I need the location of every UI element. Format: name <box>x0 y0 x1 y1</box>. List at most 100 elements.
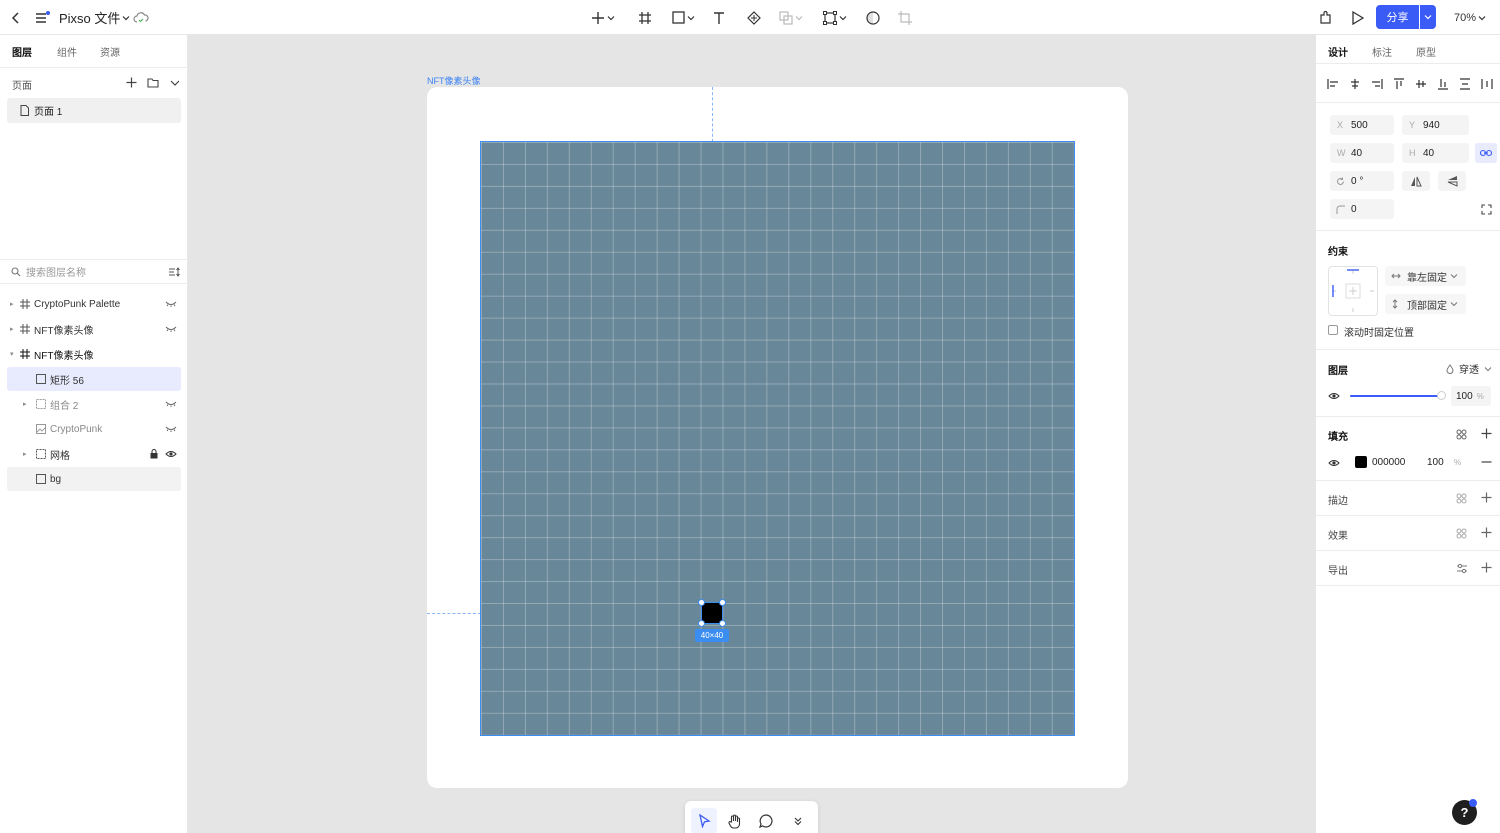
add-stroke-icon[interactable] <box>1481 492 1492 503</box>
resize-handle-ne[interactable] <box>719 599 726 606</box>
sort-layers-icon[interactable] <box>168 267 180 277</box>
h-value[interactable]: 40 <box>1423 148 1434 159</box>
component-tool-icon[interactable] <box>745 0 763 35</box>
frame-label[interactable]: NFT像素头像 <box>427 74 481 87</box>
add-page-icon[interactable] <box>126 77 137 88</box>
constrain-proportions-button[interactable] <box>1475 143 1497 163</box>
back-icon[interactable] <box>8 0 24 35</box>
add-fill-icon[interactable] <box>1481 428 1492 439</box>
style-library-icon[interactable] <box>1456 493 1467 504</box>
share-menu-button[interactable] <box>1420 5 1436 29</box>
layer-row[interactable]: CryptoPunk <box>7 417 181 441</box>
file-name-dropdown[interactable]: Pixso 文件 <box>59 0 130 35</box>
add-effect-icon[interactable] <box>1481 527 1492 538</box>
move-tool-button[interactable] <box>691 808 717 833</box>
share-button[interactable]: 分享 <box>1376 5 1419 29</box>
tab-layers[interactable]: 图层 <box>12 44 32 59</box>
layer-row[interactable]: ▸ 组合 2 <box>7 392 181 416</box>
layer-row[interactable]: ▸ 网格 <box>7 442 181 466</box>
remove-fill-icon[interactable] <box>1481 461 1492 463</box>
rotation-field[interactable]: 0 ° <box>1330 171 1394 191</box>
layer-row[interactable]: ▸ CryptoPunk Palette <box>7 292 181 316</box>
align-horizontal-center-icon[interactable] <box>1349 78 1361 90</box>
plugin-icon[interactable] <box>1316 0 1334 35</box>
folder-icon[interactable] <box>147 77 159 88</box>
crop-tool-icon[interactable] <box>896 0 914 35</box>
search-input[interactable]: 搜索图层名称 <box>26 264 86 279</box>
main-menu-icon[interactable] <box>32 0 52 35</box>
eye-icon[interactable] <box>165 450 177 458</box>
y-field[interactable]: Y 940 <box>1402 115 1469 135</box>
layer-search[interactable]: 搜索图层名称 <box>0 259 188 284</box>
tab-assets[interactable]: 资源 <box>100 44 120 59</box>
radius-value[interactable]: 0 <box>1351 204 1357 215</box>
hidden-eye-icon[interactable] <box>165 325 177 333</box>
tab-components[interactable]: 组件 <box>57 44 77 59</box>
expand-arrow-icon[interactable]: ▸ <box>10 300 14 308</box>
rotation-value[interactable]: 0 ° <box>1351 176 1363 187</box>
page-item[interactable]: 页面 1 <box>7 98 181 123</box>
comment-tool-button[interactable] <box>753 808 779 833</box>
align-right-icon[interactable] <box>1371 78 1383 90</box>
mask-tool-icon[interactable] <box>864 0 882 35</box>
canvas[interactable]: NFT像素头像 40×40 <box>189 35 1314 833</box>
fill-hex-value[interactable]: 000000 <box>1372 457 1405 468</box>
layer-row[interactable]: bg <box>7 467 181 491</box>
style-library-icon[interactable] <box>1456 528 1467 539</box>
height-field[interactable]: H 40 <box>1402 143 1469 163</box>
x-field[interactable]: X 500 <box>1330 115 1394 135</box>
width-field[interactable]: W 40 <box>1330 143 1394 163</box>
distribute-vertical-icon[interactable] <box>1459 78 1471 90</box>
eye-icon[interactable] <box>1328 459 1340 467</box>
layer-row[interactable]: ▸ NFT像素头像 <box>7 317 181 341</box>
collapse-arrow-icon[interactable]: ▾ <box>10 350 14 358</box>
align-top-icon[interactable] <box>1393 78 1405 90</box>
corner-radius-field[interactable]: 0 <box>1330 199 1394 219</box>
hidden-eye-icon[interactable] <box>165 300 177 308</box>
hidden-eye-icon[interactable] <box>165 425 177 433</box>
constraint-horizontal-dropdown[interactable]: 靠左固定 <box>1385 266 1466 286</box>
export-settings-icon[interactable] <box>1456 563 1468 574</box>
align-bottom-icon[interactable] <box>1437 78 1449 90</box>
add-tool[interactable] <box>588 0 618 35</box>
align-left-icon[interactable] <box>1327 78 1339 90</box>
resize-handle-sw[interactable] <box>698 620 705 627</box>
add-export-icon[interactable] <box>1481 562 1492 573</box>
constraint-widget[interactable] <box>1328 266 1378 316</box>
expand-arrow-icon[interactable]: ▸ <box>23 450 27 458</box>
collapse-pages-icon[interactable] <box>170 79 180 87</box>
frame-tool-icon[interactable] <box>636 0 654 35</box>
pixel-grid[interactable] <box>480 141 1075 736</box>
zoom-dropdown[interactable]: 70% <box>1452 0 1488 35</box>
fixed-scroll-checkbox[interactable] <box>1328 325 1338 335</box>
constraint-vertical-dropdown[interactable]: 顶部固定 <box>1385 294 1466 314</box>
layer-row[interactable]: ▾ NFT像素头像 <box>7 342 181 366</box>
independent-corners-icon[interactable] <box>1481 204 1492 215</box>
lock-icon[interactable] <box>150 449 158 459</box>
tab-prototype[interactable]: 原型 <box>1416 44 1436 59</box>
expand-arrow-icon[interactable]: ▸ <box>10 325 14 333</box>
fill-color-swatch[interactable] <box>1355 456 1367 468</box>
blend-mode-dropdown[interactable]: 穿透 <box>1446 361 1492 376</box>
opacity-slider-thumb[interactable] <box>1437 391 1446 400</box>
opacity-field[interactable]: 100 % <box>1451 386 1491 406</box>
selected-rectangle[interactable] <box>701 602 723 624</box>
flip-horizontal-button[interactable] <box>1402 171 1430 191</box>
more-tools-button[interactable] <box>785 808 811 833</box>
hidden-eye-icon[interactable] <box>165 400 177 408</box>
fill-opacity-value[interactable]: 100 <box>1427 457 1444 468</box>
resize-handle-se[interactable] <box>719 620 726 627</box>
resize-handle-nw[interactable] <box>698 599 705 606</box>
text-tool-icon[interactable] <box>710 0 728 35</box>
distribute-horizontal-icon[interactable] <box>1481 78 1493 90</box>
play-icon[interactable] <box>1348 0 1366 35</box>
tab-design[interactable]: 设计 <box>1328 44 1348 59</box>
w-value[interactable]: 40 <box>1351 148 1362 159</box>
boolean-tool[interactable] <box>776 0 806 35</box>
eye-icon[interactable] <box>1328 392 1340 400</box>
tab-inspect[interactable]: 标注 <box>1372 44 1392 59</box>
hand-tool-button[interactable] <box>722 808 748 833</box>
expand-arrow-icon[interactable]: ▸ <box>23 400 27 408</box>
flip-vertical-button[interactable] <box>1438 171 1466 191</box>
shape-tool[interactable] <box>668 0 698 35</box>
